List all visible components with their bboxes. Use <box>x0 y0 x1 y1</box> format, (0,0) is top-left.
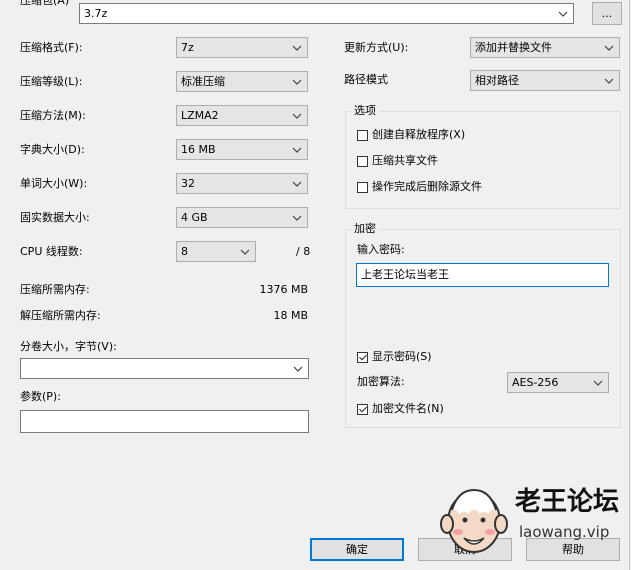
encrypt-method-value: AES-256 <box>512 376 559 389</box>
method-select[interactable]: LZMA2 <box>176 105 308 126</box>
encryption-group <box>345 229 621 428</box>
archive-path-value: 3.7z <box>84 7 108 20</box>
mem-decompress-value: 18 MB <box>273 309 308 322</box>
threads-max: / 8 <box>296 245 311 258</box>
show-password-checkbox[interactable]: 显示密码(S) <box>357 350 432 364</box>
pathmode-select[interactable]: 相对路径 <box>470 70 620 91</box>
chevron-down-icon <box>291 208 303 227</box>
word-value: 32 <box>181 177 195 190</box>
chevron-down-icon <box>292 359 304 378</box>
browse-button[interactable]: ... <box>592 2 622 25</box>
chevron-down-icon <box>239 242 251 261</box>
encrypt-method-select[interactable]: AES-256 <box>507 372 609 393</box>
params-input[interactable] <box>20 410 309 433</box>
encrypt-names-label: 加密文件名(N) <box>372 402 444 415</box>
delete-source-label: 操作完成后删除源文件 <box>372 180 482 193</box>
mem-compress-value: 1376 MB <box>259 283 308 296</box>
help-button[interactable]: 帮助 <box>526 538 620 561</box>
ok-button[interactable]: 确定 <box>310 538 404 561</box>
checkbox-box <box>357 181 368 193</box>
method-label: 压缩方法(M): <box>20 109 86 122</box>
dict-select[interactable]: 16 MB <box>176 139 308 160</box>
solid-select[interactable]: 4 GB <box>176 207 308 228</box>
checkbox-box <box>357 129 368 141</box>
split-size-combo[interactable] <box>20 358 309 379</box>
split-label: 分卷大小，字节(V): <box>20 340 117 353</box>
dict-label: 字典大小(D): <box>20 143 85 156</box>
chevron-down-icon <box>291 140 303 159</box>
level-select[interactable]: 标准压缩 <box>176 71 308 92</box>
method-value: LZMA2 <box>181 109 219 122</box>
chevron-down-icon <box>603 71 615 90</box>
mem-compress-label: 压缩所需内存: <box>20 283 90 296</box>
shared-files-label: 压缩共享文件 <box>372 154 438 167</box>
chevron-down-icon <box>592 373 604 392</box>
params-label: 参数(P): <box>20 390 61 403</box>
dict-value: 16 MB <box>181 143 216 156</box>
sfx-label: 创建自释放程序(X) <box>372 128 466 141</box>
word-select[interactable]: 32 <box>176 173 308 194</box>
encryption-group-title: 加密 <box>351 222 379 236</box>
threads-label: CPU 线程数: <box>20 245 83 258</box>
pathmode-label: 路径模式 <box>344 73 388 86</box>
threads-select[interactable]: 8 <box>176 241 256 262</box>
level-value: 标准压缩 <box>181 75 225 88</box>
options-group-title: 选项 <box>351 104 379 118</box>
checkbox-box <box>357 351 368 363</box>
format-select[interactable]: 7z <box>176 37 308 58</box>
watermark-site: laowang.vip <box>519 523 610 541</box>
threads-value: 8 <box>181 245 188 258</box>
sfx-checkbox[interactable]: 创建自释放程序(X) <box>357 128 465 142</box>
format-value: 7z <box>181 41 194 54</box>
level-label: 压缩等级(L): <box>20 75 83 88</box>
update-label: 更新方式(U): <box>344 41 409 54</box>
checkbox-box <box>357 403 368 415</box>
chevron-down-icon <box>291 38 303 57</box>
archive-path-combo[interactable]: 3.7z <box>79 3 574 24</box>
update-select[interactable]: 添加并替换文件 <box>470 37 620 58</box>
format-label: 压缩格式(F): <box>20 41 83 54</box>
chevron-down-icon <box>557 4 569 23</box>
chevron-down-icon <box>291 72 303 91</box>
window-edge <box>629 0 630 570</box>
pathmode-value: 相对路径 <box>475 74 519 87</box>
update-value: 添加并替换文件 <box>475 41 552 54</box>
chevron-down-icon <box>291 174 303 193</box>
delete-source-checkbox[interactable]: 操作完成后删除源文件 <box>357 180 482 194</box>
show-password-label: 显示密码(S) <box>372 350 432 363</box>
archive-label: 压缩包(A) <box>20 0 70 7</box>
mem-decompress-label: 解压缩所需内存: <box>20 309 101 322</box>
word-label: 单词大小(W): <box>20 177 88 190</box>
shared-files-checkbox[interactable]: 压缩共享文件 <box>357 154 438 168</box>
solid-value: 4 GB <box>181 211 208 224</box>
encrypt-method-label: 加密算法: <box>357 375 405 388</box>
chevron-down-icon <box>603 38 615 57</box>
old-man-avatar-icon <box>438 480 510 556</box>
watermark-title: 老王论坛 <box>515 487 620 517</box>
password-label: 输入密码: <box>357 243 405 256</box>
encrypt-names-checkbox[interactable]: 加密文件名(N) <box>357 402 444 416</box>
chevron-down-icon <box>291 106 303 125</box>
solid-label: 固实数据大小: <box>20 211 90 224</box>
checkbox-box <box>357 155 368 167</box>
password-input[interactable]: 上老王论坛当老王 <box>356 263 609 287</box>
